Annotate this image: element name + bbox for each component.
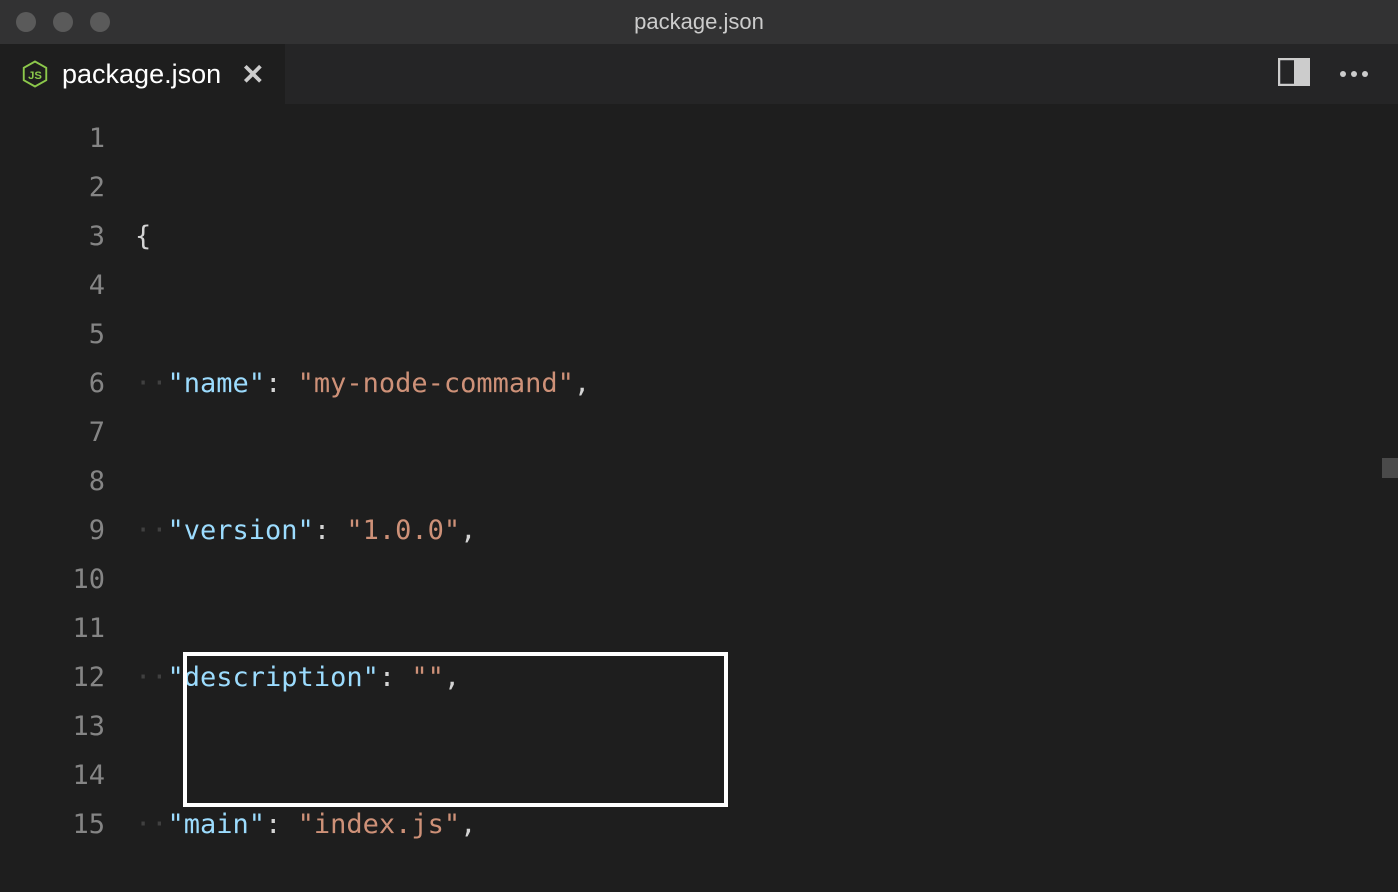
more-actions-icon[interactable] [1340,71,1368,77]
line-number: 13 [0,702,105,751]
window-title: package.json [634,9,764,35]
scrollbar-thumb[interactable] [1382,458,1398,478]
line-number: 14 [0,751,105,800]
maximize-window-button[interactable] [90,12,110,32]
code-line: ··"main": "index.js", [135,800,1398,849]
code-line: { [135,212,1398,261]
nodejs-icon: JS [20,59,50,89]
tab-actions [1278,58,1398,91]
code-line: ··"name": "my-node-command", [135,359,1398,408]
tab-label: package.json [62,59,221,90]
titlebar: package.json [0,0,1398,44]
code-line: ··"version": "1.0.0", [135,506,1398,555]
minimize-window-button[interactable] [53,12,73,32]
close-window-button[interactable] [16,12,36,32]
line-number: 9 [0,506,105,555]
code-line: ··"description": "", [135,653,1398,702]
line-number: 5 [0,310,105,359]
line-number: 10 [0,555,105,604]
close-tab-icon[interactable]: ✕ [241,58,264,91]
line-number: 8 [0,457,105,506]
line-number: 4 [0,261,105,310]
line-number: 3 [0,212,105,261]
line-number: 11 [0,604,105,653]
line-number: 6 [0,359,105,408]
tabs-container: JS package.json ✕ [0,44,285,104]
split-editor-icon[interactable] [1278,58,1310,91]
code-area[interactable]: { ··"name": "my-node-command", ··"versio… [135,104,1398,892]
traffic-lights [16,12,110,32]
tab-package-json[interactable]: JS package.json ✕ [0,44,285,104]
line-number: 15 [0,800,105,849]
line-number: 12 [0,653,105,702]
svg-text:JS: JS [28,70,42,82]
line-number: 2 [0,163,105,212]
editor[interactable]: 1 2 3 4 5 6 7 8 9 10 11 12 13 14 15 { ··… [0,104,1398,892]
line-number: 7 [0,408,105,457]
line-number: 1 [0,114,105,163]
tab-bar: JS package.json ✕ [0,44,1398,104]
gutter: 1 2 3 4 5 6 7 8 9 10 11 12 13 14 15 [0,104,135,892]
